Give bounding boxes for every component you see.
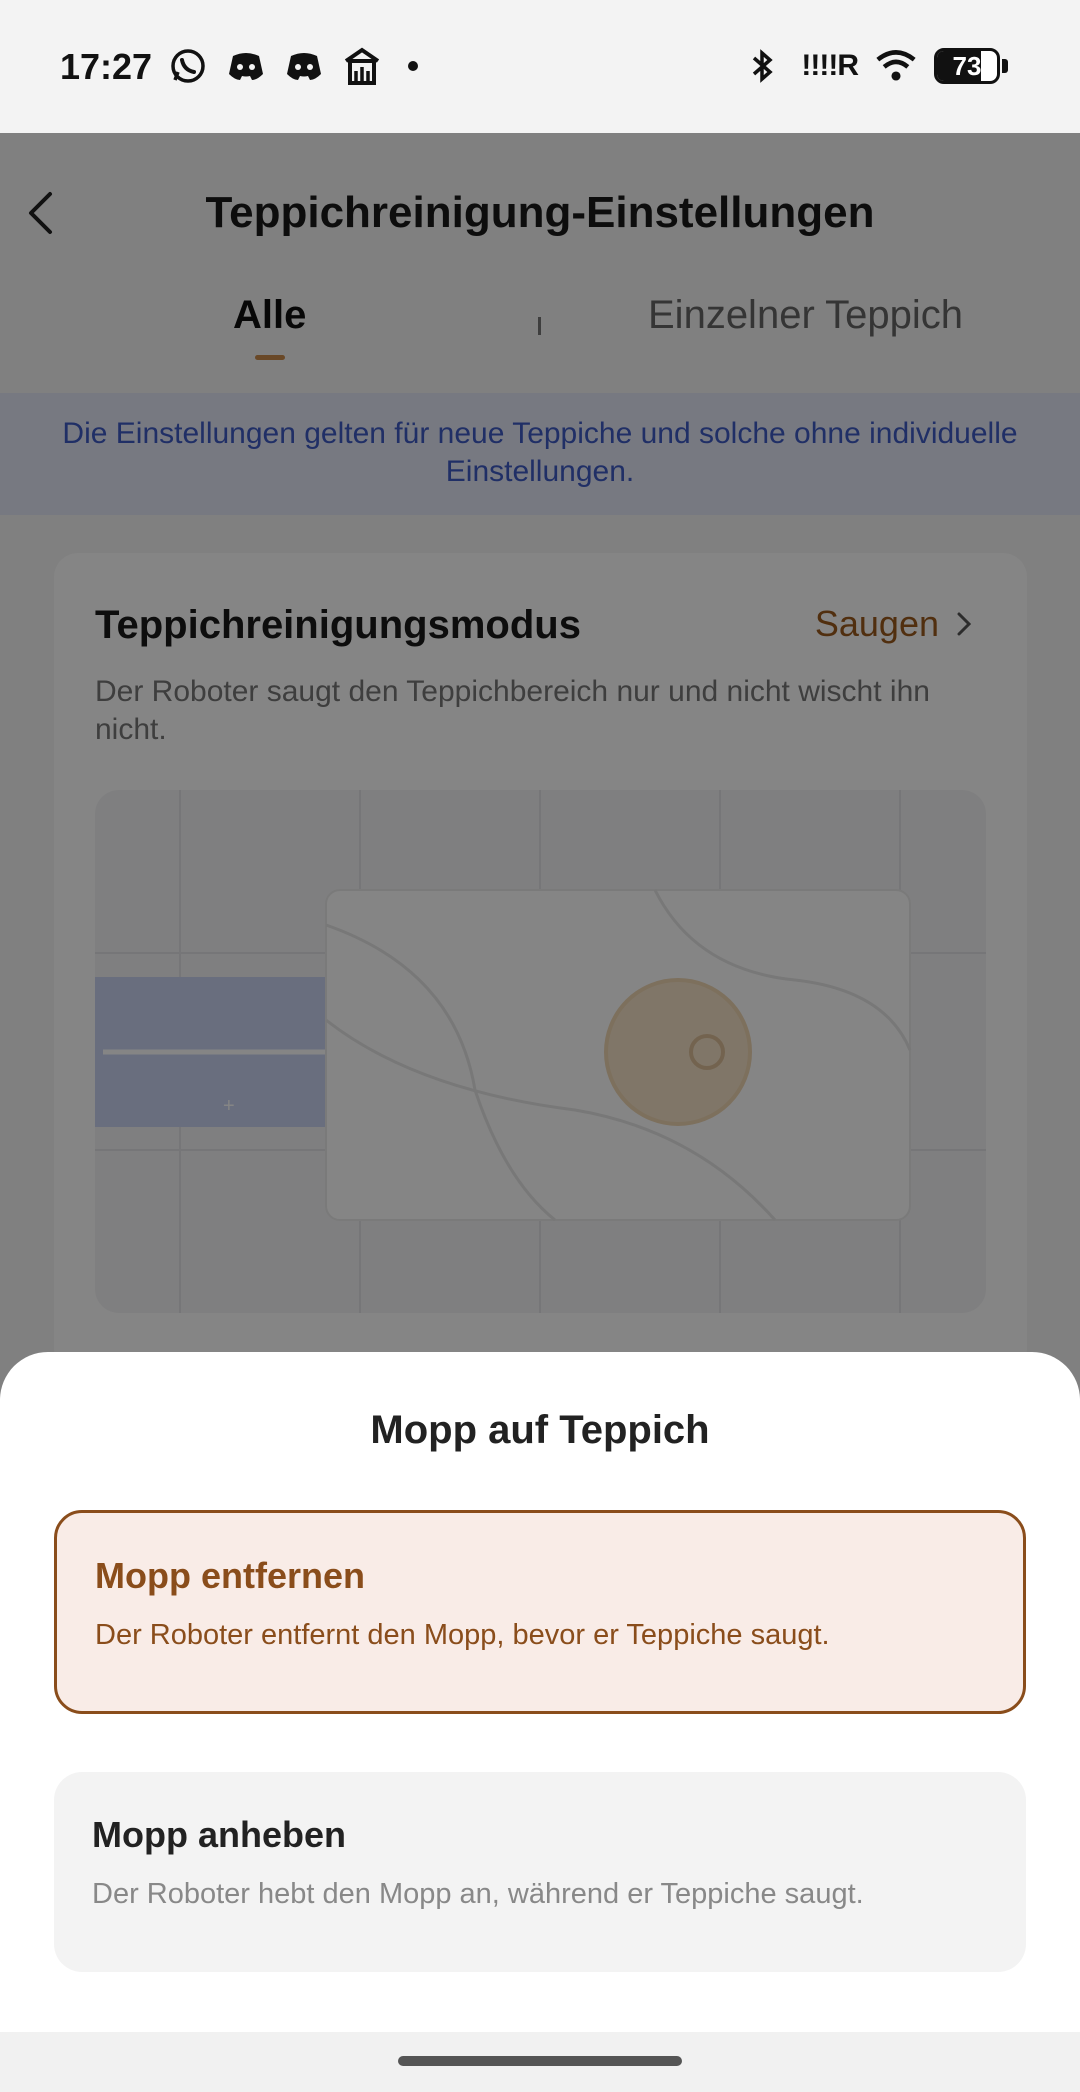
navigation-bar xyxy=(0,2032,1080,2092)
whatsapp-icon xyxy=(168,46,208,86)
bottom-sheet: Mopp auf Teppich Mopp entfernen Der Robo… xyxy=(0,1352,1080,2032)
status-bar: 17:27 !!!!R 73 xyxy=(0,0,1080,133)
battery-icon: 73 xyxy=(934,48,1000,84)
discord-icon xyxy=(284,46,324,86)
shop-icon xyxy=(342,46,382,86)
battery-cap xyxy=(1002,59,1008,73)
option-title: Mopp anheben xyxy=(92,1814,346,1855)
wifi-icon xyxy=(876,46,916,86)
option-remove-mop[interactable]: Mopp entfernen Der Roboter entfernt den … xyxy=(54,1510,1026,1714)
system-icons: !!!!R 73 xyxy=(743,46,1008,86)
home-indicator[interactable] xyxy=(398,2056,682,2066)
option-description: Der Roboter entfernt den Mopp, bevor er … xyxy=(95,1619,830,1651)
sheet-title: Mopp auf Teppich xyxy=(370,1408,710,1452)
battery-level: 73 xyxy=(952,50,982,81)
status-time: 17:27 xyxy=(60,46,153,87)
option-description: Der Roboter hebt den Mopp an, während er… xyxy=(92,1878,864,1910)
signal-indicator: !!!!R xyxy=(801,49,859,82)
more-notifications-dot xyxy=(408,61,418,71)
notification-icons xyxy=(168,46,418,86)
option-lift-mop[interactable]: Mopp anheben Der Roboter hebt den Mopp a… xyxy=(54,1772,1026,1972)
bluetooth-icon xyxy=(743,46,783,86)
option-title: Mopp entfernen xyxy=(95,1555,365,1596)
discord-icon xyxy=(226,46,266,86)
